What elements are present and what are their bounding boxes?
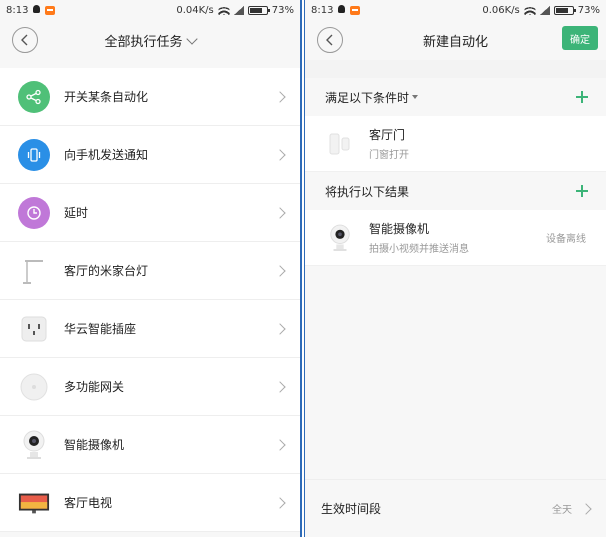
door-sensor-icon: [325, 129, 355, 159]
status-bar: 8:13 0.04K/s 73%: [0, 0, 300, 20]
list-item-delay[interactable]: 延时: [0, 184, 300, 242]
message-notification-icon: [45, 5, 56, 15]
action-list: 开关某条自动化 向手机发送通知 延时 客厅的米家台灯 华云智能插座 多功能网关 …: [0, 68, 300, 532]
delay-timer-icon: [18, 196, 50, 229]
list-item-gateway[interactable]: 多功能网关: [0, 358, 300, 416]
divider: [305, 60, 606, 78]
battery-level: 73%: [577, 4, 600, 16]
device-status: 设备离线: [546, 234, 586, 245]
signal-icon: [233, 5, 244, 15]
chevron-right-icon: [274, 438, 286, 451]
effective-period-row[interactable]: 生效时间段 全天: [305, 479, 606, 537]
results-header: 将执行以下结果: [305, 172, 606, 210]
new-automation-panel: 8:13 0.06K/s 73% 新建自动化 确定 满足以下条件时 客厅门 门窗…: [304, 0, 606, 537]
message-notification-icon: [350, 5, 361, 15]
battery-icon: [247, 5, 270, 15]
page-title: 全部执行任务: [104, 34, 183, 50]
list-item-desk-lamp[interactable]: 客厅的米家台灯: [0, 242, 300, 300]
list-item-label: 智能摄像机: [64, 438, 125, 452]
condition-trigger: 门窗打开: [369, 150, 409, 161]
list-item-camera[interactable]: 智能摄像机: [0, 416, 300, 474]
conditions-header: 满足以下条件时: [305, 78, 606, 116]
chevron-right-icon: [274, 148, 286, 161]
list-item-phone-notification[interactable]: 向手机发送通知: [0, 126, 300, 184]
clock: 8:13: [311, 4, 334, 16]
tv-icon: [18, 486, 50, 519]
battery-icon: [553, 5, 576, 15]
results-title: 将执行以下结果: [325, 184, 410, 199]
list-item-automation-switch[interactable]: 开关某条自动化: [0, 68, 300, 126]
list-item-label: 客厅的米家台灯: [64, 264, 149, 278]
chevron-right-icon: [274, 322, 286, 335]
effective-period-label: 生效时间段: [321, 502, 382, 516]
list-item-label: 延时: [64, 206, 89, 220]
automation-switch-icon: [18, 80, 50, 113]
page-title: 新建自动化: [422, 34, 488, 50]
list-item-label: 多功能网关: [64, 380, 125, 394]
effective-period-value: 全天: [552, 505, 572, 516]
wifi-icon: [523, 5, 536, 15]
header: 新建自动化 确定: [305, 20, 606, 60]
chevron-right-icon: [274, 264, 286, 277]
list-item-label: 向手机发送通知: [64, 148, 149, 162]
qq-notification-icon: [337, 5, 346, 15]
chevron-right-icon: [274, 380, 286, 393]
header: 全部执行任务: [0, 20, 300, 60]
phone-notification-icon: [18, 138, 50, 171]
chevron-right-icon: [274, 206, 286, 219]
list-item-tv[interactable]: 客厅电视: [0, 474, 300, 532]
page-title-dropdown[interactable]: 全部执行任务: [0, 31, 300, 50]
result-action: 拍摄小视频并推送消息: [369, 244, 469, 255]
chevron-right-icon: [274, 496, 286, 509]
add-result-icon[interactable]: [576, 185, 588, 197]
result-device-name: 智能摄像机: [369, 222, 430, 236]
dropdown-arrow-icon[interactable]: [412, 95, 419, 99]
list-item-label: 客厅电视: [64, 496, 113, 510]
add-condition-icon[interactable]: [576, 91, 588, 103]
camera-icon: [325, 223, 355, 253]
list-item-label: 华云智能插座: [64, 322, 137, 336]
clock: 8:13: [6, 4, 29, 16]
condition-item[interactable]: 客厅门 门窗打开: [305, 116, 606, 172]
all-actions-panel: 8:13 0.04K/s 73% 全部执行任务 开关某条自动化 向手机发送通知 …: [0, 0, 302, 537]
condition-device-name: 客厅门: [369, 128, 406, 142]
chevron-right-icon: [580, 502, 592, 515]
signal-icon: [539, 5, 550, 15]
gateway-icon: [18, 370, 50, 403]
network-speed: 0.04K/s: [176, 4, 214, 16]
battery-level: 73%: [271, 4, 294, 16]
confirm-button[interactable]: 确定: [562, 26, 598, 50]
smart-socket-icon: [18, 312, 50, 345]
wifi-icon: [217, 5, 230, 15]
network-speed: 0.06K/s: [482, 4, 520, 16]
list-item-label: 开关某条自动化: [64, 90, 149, 104]
chevron-right-icon: [274, 90, 286, 103]
status-bar: 8:13 0.06K/s 73%: [305, 0, 606, 20]
camera-icon: [18, 428, 50, 461]
desk-lamp-icon: [18, 254, 50, 287]
chevron-down-icon: [185, 32, 198, 45]
result-item[interactable]: 智能摄像机 拍摄小视频并推送消息 设备离线: [305, 210, 606, 266]
qq-notification-icon: [32, 5, 41, 15]
list-item-smart-socket[interactable]: 华云智能插座: [0, 300, 300, 358]
conditions-title: 满足以下条件时: [325, 90, 410, 105]
